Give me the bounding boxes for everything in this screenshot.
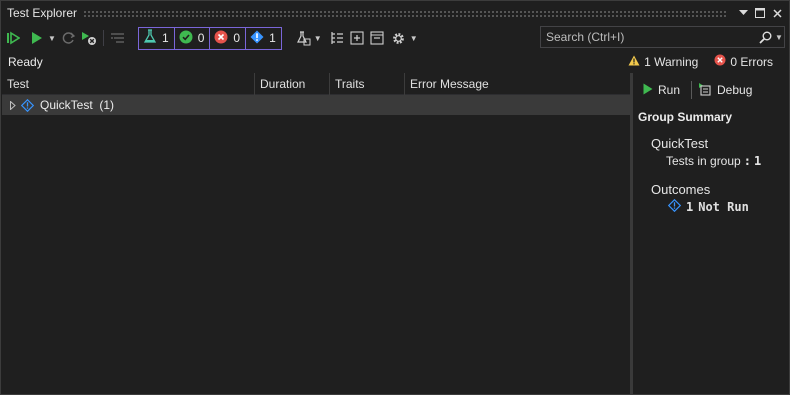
tests-in-group-value: 1 [753,154,762,168]
column-header-test[interactable]: Test [2,73,255,95]
toolbar: ▼ 1 0 0 1 ▼ ▼ Search (Ctrl+I) ▼ [3,25,787,51]
group-name: QuickTest [651,136,709,151]
debug-label: Debug [717,83,753,97]
search-icon[interactable] [756,31,774,44]
tests-in-group-separator: : [743,154,751,168]
not-run-icon [18,98,36,112]
actions-separator [691,81,693,99]
filter-not-run-tests[interactable]: 1 [245,26,282,50]
check-icon [179,30,193,47]
search-input[interactable] [541,27,756,47]
expand-all-icon[interactable] [347,28,367,48]
window-title: Test Explorer [7,6,78,20]
drag-grip[interactable] [83,9,727,17]
toolbar-separator [103,30,104,46]
flask-icon [143,29,157,47]
run-button[interactable]: Run [643,83,680,98]
outcomes-title: Outcomes [651,182,711,197]
outcome-filter-group: 1 0 0 1 [138,26,282,50]
filter-passed-tests[interactable]: 0 [173,26,211,50]
run-label: Run [658,83,681,97]
debug-icon [698,82,712,99]
warning-icon [628,55,640,69]
test-group-label: QuickTest (1) [40,98,115,112]
total-count: 1 [162,31,169,45]
failed-count: 0 [233,31,241,45]
passed-count: 0 [197,31,205,45]
outcome-label: Not Run [698,200,749,214]
play-icon[interactable] [27,28,47,48]
debug-button[interactable]: Debug [698,82,752,99]
close-icon[interactable] [769,5,785,21]
not-run-outcome-icon [667,198,682,215]
details-pane: Run Debug Group Summary QuickTest Tests … [633,73,789,394]
test-explorer-window: Test Explorer ▼ 1 0 0 1 ▼ ▼ Search (Ctrl… [0,0,790,395]
output-icon[interactable] [108,28,128,48]
window-menu-caret-icon[interactable] [735,5,751,21]
info-icon [250,30,264,47]
error-icon [214,30,228,47]
details-actions: Run Debug [633,73,789,107]
outcome-count: 1 [686,200,694,214]
playlist-icon[interactable] [293,28,313,48]
warning-count: 1 Warning [644,54,699,69]
error-summary-icon [714,54,726,69]
tests-in-group-label: Tests in group [666,154,741,168]
column-header-traits[interactable]: Traits [330,73,405,95]
status-text: Ready [8,54,43,69]
run-options-caret-icon[interactable]: ▼ [47,27,57,49]
table-row[interactable]: QuickTest (1) [2,95,630,115]
expand-arrow-icon[interactable] [2,100,18,110]
column-header-duration[interactable]: Duration [255,73,330,95]
not-run-count: 1 [269,31,276,45]
grid-header: Test Duration Traits Error Message [2,73,630,95]
warning-summary[interactable]: 1 Warning [628,55,698,69]
status-bar: Ready 1 Warning 0 Errors [1,51,789,72]
tests-in-group: Tests in group : 1 [633,151,789,171]
test-list-pane: Test Duration Traits Error Message Quick… [2,73,630,394]
outcome-not-run[interactable]: 1 Not Run [633,197,789,217]
maximize-icon[interactable] [752,5,768,21]
filter-failed-tests[interactable]: 0 [209,26,247,50]
group-by-icon[interactable] [327,28,347,48]
run-all-icon[interactable] [3,28,23,48]
column-header-error-message[interactable]: Error Message [405,73,630,95]
play-icon [643,83,653,98]
group-summary-title: Group Summary [638,110,733,124]
filter-total-tests[interactable]: 1 [138,26,175,50]
collapse-all-icon[interactable] [367,28,387,48]
settings-caret-icon[interactable]: ▼ [409,27,419,49]
search-options-caret-icon[interactable]: ▼ [774,33,784,42]
error-summary[interactable]: 0 Errors [714,54,773,69]
cancel-icon[interactable] [79,28,99,48]
settings-icon[interactable] [389,28,409,48]
search-box: ▼ [540,26,785,48]
title-bar: Test Explorer [1,1,789,25]
playlist-caret-icon[interactable]: ▼ [313,27,323,49]
repeat-icon[interactable] [59,28,79,48]
error-count: 0 Errors [730,54,773,69]
